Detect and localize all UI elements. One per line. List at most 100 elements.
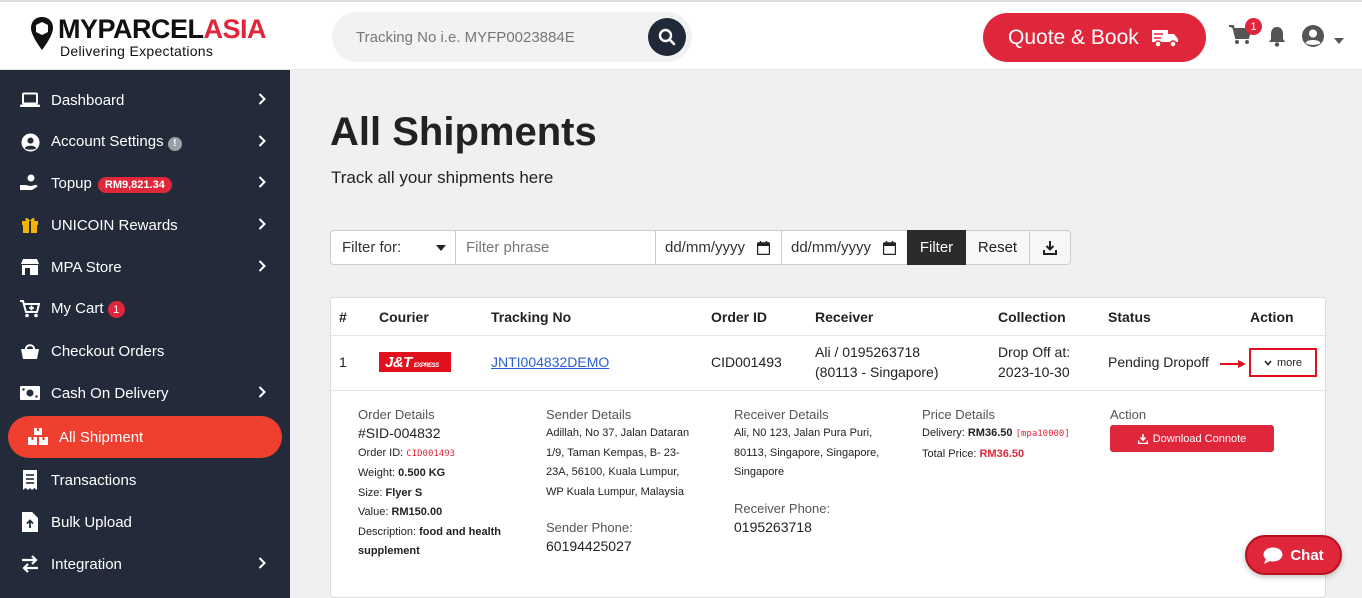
info-icon: ! bbox=[167, 136, 182, 151]
tracking-number-link[interactable]: JNTI004832DEMO bbox=[491, 353, 609, 372]
sidebar-item-integration[interactable]: Integration bbox=[0, 543, 290, 585]
export-download-button[interactable] bbox=[1030, 230, 1071, 265]
delivery-label: Delivery: bbox=[922, 427, 965, 439]
more-button[interactable]: more bbox=[1249, 348, 1317, 377]
quote-and-book-label: Quote & Book bbox=[1008, 25, 1139, 49]
gift-icon bbox=[20, 215, 40, 235]
sidebar-item-all-shipment[interactable]: All Shipment bbox=[8, 416, 282, 458]
courier-logo-text: J&T bbox=[385, 353, 412, 371]
receiver-details-heading: Receiver Details bbox=[734, 407, 829, 422]
total-price: RM36.50 bbox=[979, 447, 1025, 460]
sidebar-item-label: Integration bbox=[51, 555, 122, 573]
arrow-right-icon bbox=[1220, 360, 1246, 368]
sidebar-item-label: Topup bbox=[51, 174, 92, 192]
sidebar-item-label: Bulk Upload bbox=[51, 513, 132, 531]
store-icon bbox=[20, 257, 40, 277]
sidebar-item-label: All Shipment bbox=[59, 428, 144, 446]
top-header: MYPARCELASIA Delivering Expectations Quo… bbox=[0, 0, 1362, 70]
header-divider bbox=[331, 335, 1325, 336]
sidebar-item-mpa-store[interactable]: MPA Store bbox=[0, 246, 290, 288]
row-index: 1 bbox=[339, 354, 347, 370]
chevron-right-icon bbox=[258, 385, 266, 402]
tracking-search-input[interactable] bbox=[356, 12, 646, 62]
download-connote-button[interactable]: Download Connote bbox=[1110, 425, 1274, 452]
download-connote-label: Download Connote bbox=[1152, 432, 1247, 445]
search-icon bbox=[658, 28, 676, 46]
collection-date: 2023-10-30 bbox=[998, 364, 1070, 380]
sidebar-item-topup[interactable]: Topup RM9,821.34 bbox=[0, 162, 290, 204]
chevron-right-icon bbox=[258, 217, 266, 234]
action-heading: Action bbox=[1110, 407, 1147, 422]
column-header-status: Status bbox=[1108, 309, 1151, 325]
page-subtitle: Track all your shipments here bbox=[331, 168, 554, 187]
filter-button[interactable]: Filter bbox=[907, 230, 966, 265]
sender-address-line: Adillah, No 37, Jalan Dataran bbox=[546, 427, 690, 439]
quote-and-book-button[interactable]: Quote & Book bbox=[983, 13, 1206, 62]
receiver-address-line: 80113, Singapore, Singapore, bbox=[734, 446, 880, 459]
price-details: Price Details Delivery: RM36.50 [mpa1000… bbox=[922, 406, 1070, 464]
tracking-search bbox=[332, 12, 692, 62]
location-pin-icon bbox=[30, 16, 54, 52]
logo-tagline: Delivering Expectations bbox=[60, 43, 214, 59]
row-divider bbox=[331, 390, 1325, 391]
delivery-price: RM36.50 bbox=[967, 427, 1013, 439]
sender-phone-heading: Sender Phone: bbox=[546, 520, 633, 535]
user-account-icon[interactable] bbox=[1301, 24, 1325, 53]
sidebar-item-unicoin-rewards[interactable]: UNICOIN Rewards bbox=[0, 204, 290, 246]
column-header-action: Action bbox=[1250, 309, 1294, 325]
shopping-bag-icon bbox=[20, 341, 40, 361]
reset-button[interactable]: Reset bbox=[966, 230, 1030, 265]
weight-value: 0.500 KG bbox=[398, 467, 446, 479]
chat-button[interactable]: Chat bbox=[1245, 535, 1342, 575]
sidebar-item-dashboard[interactable]: Dashboard bbox=[0, 79, 290, 121]
receiver-phone: 0195263718 bbox=[734, 518, 812, 535]
balance-badge: RM9,821.34 bbox=[97, 176, 172, 193]
filter-field-value: Filter for: bbox=[342, 239, 402, 256]
value-amount: RM150.00 bbox=[391, 506, 443, 518]
sidebar-item-cash-on-delivery[interactable]: Cash On Delivery bbox=[0, 372, 290, 414]
sidebar-item-label: Cash On Delivery bbox=[51, 384, 169, 402]
bell-icon[interactable] bbox=[1267, 25, 1287, 52]
sidebar-item-my-cart[interactable]: My Cart 1 bbox=[0, 288, 290, 330]
column-header-order-id: Order ID bbox=[711, 309, 768, 325]
action-details: Action bbox=[1110, 406, 1146, 424]
user-circle-icon bbox=[20, 132, 40, 152]
filter-phrase-input[interactable] bbox=[456, 230, 656, 265]
receiver-name-phone: Ali / 0195263718 bbox=[815, 344, 921, 360]
order-id-value: CID001493 bbox=[406, 448, 456, 459]
total-price-label: Total Price: bbox=[922, 447, 977, 460]
chevron-right-icon bbox=[258, 134, 266, 151]
sidebar-item-label: UNICOIN Rewards bbox=[51, 216, 178, 234]
date-from-input[interactable]: dd/mm/yyyy bbox=[656, 230, 782, 265]
caret-down-icon[interactable] bbox=[1333, 32, 1345, 50]
page-title: All Shipments bbox=[330, 110, 597, 154]
boxes-icon bbox=[28, 427, 48, 447]
sidebar-item-label: Transactions bbox=[51, 471, 137, 489]
chevron-right-icon bbox=[258, 556, 266, 573]
calendar-icon[interactable] bbox=[882, 241, 897, 259]
receiver-details: Receiver Details Ali, N0 123, Jalan Pura… bbox=[734, 406, 879, 537]
filter-field-select[interactable]: Filter for: bbox=[330, 230, 456, 265]
sidebar-item-label: Account Settings bbox=[51, 133, 164, 151]
weight-label: Weight: bbox=[358, 467, 396, 479]
search-button[interactable] bbox=[648, 18, 686, 56]
receiver-address-line: Singapore bbox=[734, 466, 785, 478]
calendar-icon[interactable] bbox=[756, 241, 771, 259]
receipt-icon bbox=[20, 470, 40, 490]
sidebar-item-label: My Cart bbox=[51, 299, 104, 317]
date-to-input[interactable]: dd/mm/yyyy bbox=[782, 230, 908, 265]
sender-address-line: 1/9, Taman Kempas, B- 23- bbox=[546, 446, 680, 459]
chevron-right-icon bbox=[258, 92, 266, 109]
sidebar-item-checkout-orders[interactable]: Checkout Orders bbox=[0, 330, 290, 372]
collection-method: Drop Off at: bbox=[998, 344, 1071, 360]
price-details-heading: Price Details bbox=[922, 407, 995, 422]
sidebar-item-transactions[interactable]: Transactions bbox=[0, 459, 290, 501]
sidebar-item-account-settings[interactable]: Account Settings ! bbox=[0, 121, 290, 163]
courier-logo-subtext: EXPRESS bbox=[413, 362, 439, 369]
logo[interactable]: MYPARCELASIA Delivering Expectations bbox=[30, 16, 267, 59]
chevron-down-icon bbox=[1264, 359, 1272, 366]
status-text: Pending Dropoff bbox=[1108, 354, 1209, 370]
value-label: Value: bbox=[358, 506, 389, 518]
sidebar-item-bulk-upload[interactable]: Bulk Upload bbox=[0, 501, 290, 543]
exchange-icon bbox=[20, 554, 40, 574]
